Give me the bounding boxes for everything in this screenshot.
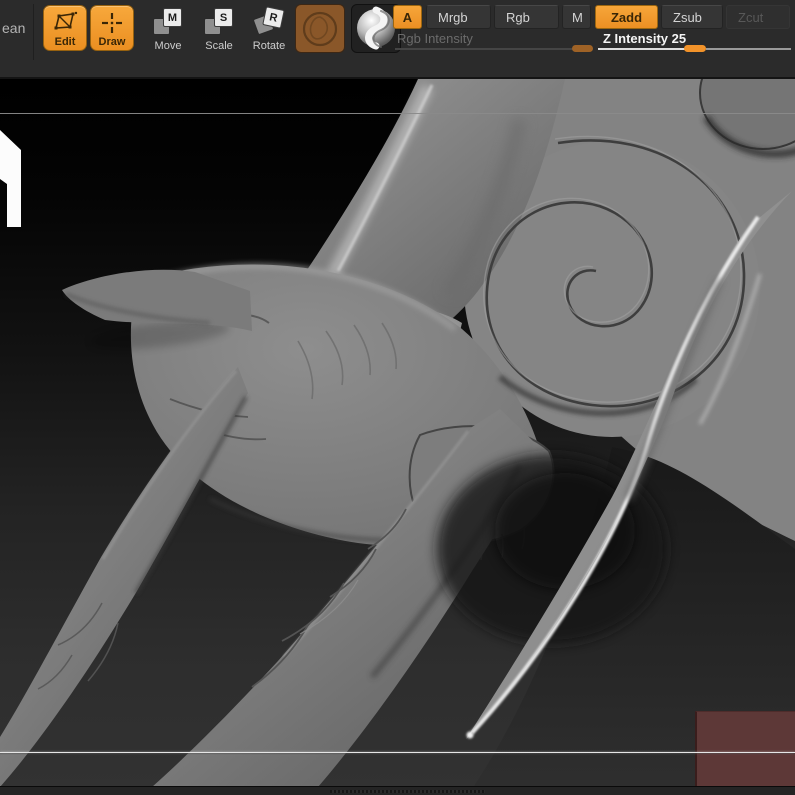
scale-icon-letter: S (214, 8, 233, 27)
move-icon: M (153, 8, 183, 35)
draw-button-label: Draw (99, 37, 126, 48)
brush-alpha-icon (296, 5, 344, 52)
z-intensity-label: Z Intensity 25 (603, 31, 686, 46)
model-front-talon (0, 367, 248, 787)
scale-button-label: Scale (205, 41, 233, 52)
rotate-button-label: Rotate (253, 41, 285, 52)
move-button-label: Move (155, 41, 182, 52)
rotate-icon-letter: R (262, 6, 285, 29)
m-button[interactable]: M (562, 5, 591, 29)
bottom-tray-bar[interactable] (0, 786, 795, 795)
document-top-edge (0, 113, 795, 114)
toolbar-divider (33, 4, 34, 60)
m-label: M (572, 10, 583, 25)
zcut-label: Zcut (738, 10, 763, 25)
a-toggle-button[interactable]: A (393, 5, 422, 29)
zadd-label: Zadd (611, 10, 642, 25)
rgb-intensity-label: Rgb Intensity (397, 31, 473, 46)
rgb-intensity-handle[interactable] (572, 45, 593, 52)
logo-fragment (0, 128, 22, 228)
move-icon-letter: M (163, 8, 182, 27)
edit-button-label: Edit (55, 37, 76, 48)
scale-icon: S (204, 8, 234, 35)
zsub-label: Zsub (673, 10, 702, 25)
clipped-left-button[interactable]: ean (2, 20, 25, 36)
edit-button[interactable]: Edit (43, 5, 87, 51)
selection-rectangle (695, 711, 795, 786)
rgb-button[interactable]: Rgb (494, 5, 559, 29)
document-bottom-edge (0, 752, 795, 753)
z-intensity-slider-filled[interactable] (598, 48, 686, 50)
zadd-button[interactable]: Zadd (595, 5, 658, 29)
a-toggle-label: A (403, 10, 412, 25)
sculpt-viewport[interactable] (0, 79, 795, 795)
zcut-button[interactable]: Zcut (726, 5, 790, 29)
edit-gizmo-icon (52, 11, 78, 33)
scale-button[interactable]: S Scale (197, 8, 241, 52)
z-intensity-slider-rest[interactable] (706, 48, 791, 50)
rotate-icon: R (254, 8, 284, 35)
draw-crosshair-icon (100, 11, 124, 35)
zsub-button[interactable]: Zsub (661, 5, 723, 29)
brush-alpha-preview[interactable] (295, 4, 345, 53)
z-intensity-handle[interactable] (684, 45, 706, 52)
rgb-intensity-slider[interactable] (395, 48, 592, 50)
rgb-label: Rgb (506, 10, 530, 25)
zbrush-window: ean Edit Draw (0, 0, 795, 795)
sculpt-model[interactable] (0, 79, 795, 795)
move-button[interactable]: M Move (148, 8, 188, 52)
tray-grip-dots (330, 790, 485, 793)
draw-button[interactable]: Draw (90, 5, 134, 51)
top-toolbar: ean Edit Draw (0, 0, 795, 79)
rotate-button[interactable]: R Rotate (246, 8, 292, 52)
mrgb-label: Mrgb (438, 10, 468, 25)
mrgb-button[interactable]: Mrgb (426, 5, 491, 29)
